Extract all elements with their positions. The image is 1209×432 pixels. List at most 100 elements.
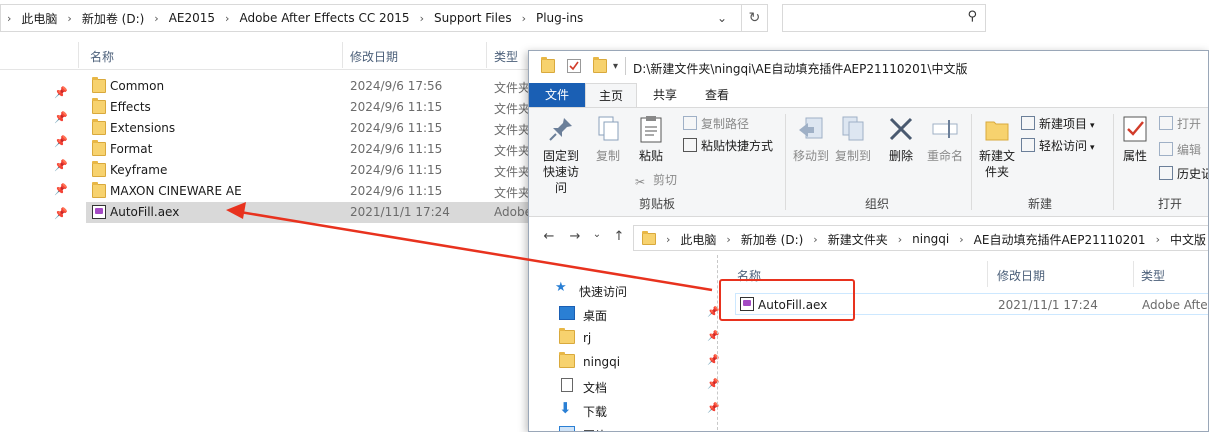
pin-icon[interactable]: 📌 [54, 159, 68, 172]
back-col-type[interactable]: 类型 [494, 48, 518, 65]
edit-button[interactable]: 编辑 [1159, 142, 1201, 158]
front-crumb-ningqi[interactable]: ningqi [908, 232, 953, 246]
pin-icon[interactable]: 📌 [54, 183, 68, 196]
new-folder-label: 新建文件夹 [978, 149, 1015, 179]
file-date: 2024/9/6 11:15 [350, 142, 443, 156]
sidebar-item-label: 快速访问 [579, 285, 628, 299]
sidebar-item-downloads[interactable]: ⬇ 下载 📌 [559, 399, 719, 421]
new-item-button[interactable]: 新建项目 ▾ [1021, 116, 1095, 134]
back-file-row[interactable]: Format 2024/9/6 11:15 文件夹 [86, 139, 586, 160]
tab-file[interactable]: 文件 [529, 83, 585, 107]
copy-icon [593, 114, 623, 144]
forward-arrow-icon[interactable]: → [565, 229, 585, 247]
paste-button[interactable]: 粘贴 [631, 114, 671, 164]
rename-button[interactable]: 重命名 [923, 114, 967, 164]
front-crumb-new-folder[interactable]: 新建文件夹 [824, 231, 892, 248]
back-breadcrumb: › 此电脑 › 新加卷 (D:) › AE2015 › Adobe After … [1, 5, 587, 31]
delete-button[interactable]: 删除 [883, 114, 919, 164]
properties-check-icon[interactable] [567, 59, 581, 73]
properties-button[interactable]: 属性 [1117, 114, 1153, 164]
cut-button[interactable]: ✂ 剪切 [635, 172, 677, 189]
front-crumb-plugin[interactable]: AE自动填充插件AEP21110201 [970, 231, 1150, 248]
sidebar-item-pictures[interactable]: 图片 [559, 423, 719, 431]
back-file-row[interactable]: Keyframe 2024/9/6 11:15 文件夹 [86, 160, 586, 181]
open-button[interactable]: 打开 [1159, 116, 1201, 132]
back-col-date[interactable]: 修改日期 [350, 48, 398, 65]
back-crumb-drive[interactable]: 新加卷 (D:) [78, 10, 148, 27]
front-address-bar[interactable]: › 此电脑 › 新加卷 (D:) › 新建文件夹 › ningqi › AE自动… [633, 225, 1208, 252]
tab-home[interactable]: 主页 [585, 83, 637, 107]
annotation-highlight-box [719, 279, 855, 321]
folder-icon [92, 140, 106, 156]
column-divider [342, 42, 343, 68]
pin-icon[interactable]: 📌 [54, 135, 68, 148]
recent-dropdown-icon[interactable]: ⌄ [587, 229, 607, 247]
back-crumb-this-pc[interactable]: 此电脑 [17, 10, 61, 27]
pin-icon[interactable]: 📌 [54, 111, 68, 124]
back-search-input[interactable]: ⚲ [782, 4, 986, 32]
sidebar-item-ningqi[interactable]: ningqi 📌 [559, 351, 719, 373]
navigation-bar: ← → ⌄ ↑ › 此电脑 › 新加卷 (D:) › 新建文件夹 › ningq… [529, 223, 1208, 253]
back-crumb-plugins[interactable]: Plug-ins [532, 11, 587, 25]
chevron-right-icon: › [897, 232, 903, 246]
chevron-right-icon: › [726, 232, 731, 246]
front-breadcrumb: › 此电脑 › 新加卷 (D:) › 新建文件夹 › ningqi › AE自动… [634, 226, 1208, 252]
front-crumb-chinese[interactable]: 中文版 [1166, 231, 1208, 248]
copy-to-button[interactable]: 复制到 [833, 114, 873, 164]
paste-shortcut-button[interactable]: 粘贴快捷方式 [683, 138, 773, 154]
tab-view[interactable]: 查看 [693, 83, 741, 107]
file-date: 2024/9/6 11:15 [350, 100, 443, 114]
front-crumb-drive[interactable]: 新加卷 (D:) [737, 231, 807, 248]
pin-icon[interactable]: 📌 [54, 86, 68, 99]
back-file-row-autofill[interactable]: AutoFill.aex 2021/11/1 17:24 Adobe [86, 202, 586, 223]
front-col-type[interactable]: 类型 [1141, 267, 1165, 284]
chevron-down-icon[interactable]: ⌄ [709, 5, 735, 31]
back-crumb-ae2015[interactable]: AE2015 [165, 11, 219, 25]
new-folder-quick-icon[interactable] [593, 57, 607, 73]
pin-icon[interactable]: 📌 [54, 207, 68, 220]
back-crumb-ae-cc[interactable]: Adobe After Effects CC 2015 [235, 11, 413, 25]
ribbon: 固定到快速访问 复制 粘贴 复制路径 粘贴快捷方式 ✂ 剪切 剪贴板 移动到 复… [529, 107, 1208, 217]
sidebar-item-rj[interactable]: rj 📌 [559, 327, 719, 349]
back-col-name[interactable]: 名称 [90, 48, 114, 65]
chevron-right-icon: › [419, 11, 424, 25]
sidebar-item-label: 文档 [583, 381, 608, 395]
easy-access-label: 轻松访问 [1039, 139, 1088, 153]
pin-quick-access-button[interactable]: 固定到快速访问 [535, 114, 587, 196]
file-type: Adobe After [1142, 298, 1209, 312]
star-icon: ★ [555, 280, 567, 295]
copy-button[interactable]: 复制 [591, 114, 625, 164]
tab-share[interactable]: 共享 [641, 83, 689, 107]
back-file-row[interactable]: Extensions 2024/9/6 11:15 文件夹 [86, 118, 586, 139]
ribbon-tabs: 文件 主页 共享 查看 [529, 83, 1208, 107]
front-crumb-this-pc[interactable]: 此电脑 [676, 231, 720, 248]
file-date: 2024/9/6 11:15 [350, 163, 443, 177]
back-address-bar[interactable]: › 此电脑 › 新加卷 (D:) › AE2015 › Adobe After … [0, 4, 768, 32]
refresh-icon[interactable]: ↻ [741, 5, 767, 31]
pane-divider[interactable] [717, 255, 718, 431]
back-file-row[interactable]: Effects 2024/9/6 11:15 文件夹 [86, 97, 586, 118]
easy-access-button[interactable]: 轻松访问 ▾ [1021, 138, 1095, 156]
front-col-date[interactable]: 修改日期 [997, 267, 1045, 284]
history-icon [1159, 166, 1173, 180]
back-crumb-support-files[interactable]: Support Files [430, 11, 516, 25]
file-name: Extensions [110, 121, 176, 135]
copy-path-button[interactable]: 复制路径 [683, 116, 749, 132]
history-button[interactable]: 历史记 [1159, 166, 1208, 182]
back-file-row[interactable]: Common 2024/9/6 17:56 文件夹 [86, 76, 586, 97]
sidebar-item-quick-access[interactable]: ★ 快速访问 [555, 279, 715, 301]
folder-icon [92, 77, 106, 93]
back-file-row[interactable]: MAXON CINEWARE AE 2024/9/6 11:15 文件夹 [86, 181, 586, 202]
chevron-right-icon: › [67, 11, 72, 25]
copy-path-label: 复制路径 [701, 117, 750, 131]
column-divider [486, 42, 487, 68]
up-arrow-icon[interactable]: ↑ [609, 229, 629, 247]
sidebar-item-documents[interactable]: 文档 📌 [559, 375, 719, 397]
sidebar-item-desktop[interactable]: 桌面 📌 [559, 303, 719, 325]
sidebar-item-label: 下载 [583, 405, 608, 419]
new-folder-button[interactable]: 新建文件夹 [975, 114, 1019, 180]
move-to-button[interactable]: 移动到 [791, 114, 831, 164]
group-divider [1113, 114, 1114, 210]
dropdown-arrow-icon: ▾ [1090, 143, 1095, 153]
back-arrow-icon[interactable]: ← [539, 229, 559, 247]
